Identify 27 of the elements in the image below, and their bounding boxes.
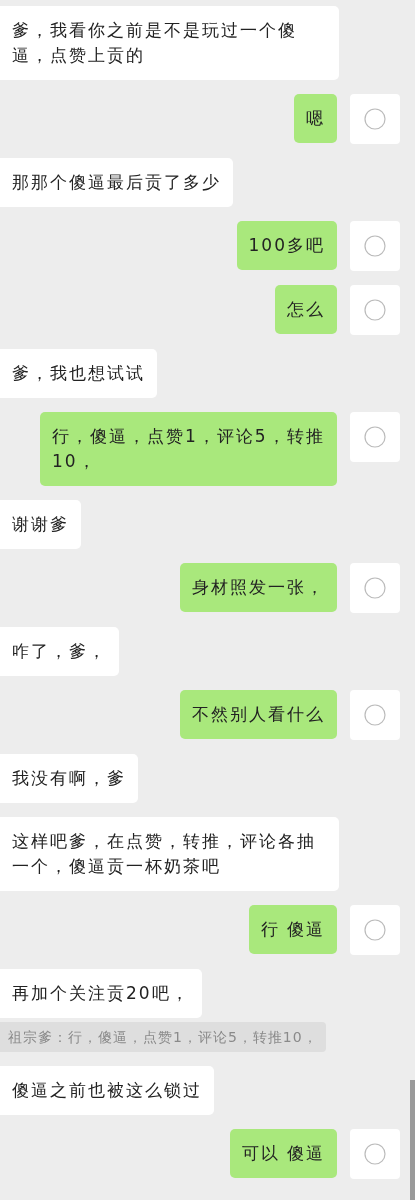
message-bubble: 我没有啊，爹 bbox=[0, 754, 138, 803]
scrollbar[interactable] bbox=[410, 1080, 415, 1200]
message-bubble: 身材照发一张， bbox=[180, 563, 337, 612]
avatar-icon[interactable] bbox=[350, 690, 400, 740]
message-bubble: 再加个关注贡20吧， bbox=[0, 969, 202, 1018]
avatar-icon[interactable] bbox=[350, 412, 400, 462]
message-bubble: 行 傻逼 bbox=[248, 905, 337, 954]
message-bubble: 咋了，爹， bbox=[0, 627, 119, 676]
avatar-icon[interactable] bbox=[350, 563, 400, 613]
quoted-message: 祖宗爹：行，傻逼，点赞1，评论5，转推10， bbox=[0, 1022, 326, 1052]
message-bubble: 不然别人看什么 bbox=[180, 690, 337, 739]
message-bubble: 那那个傻逼最后贡了多少 bbox=[0, 158, 233, 207]
avatar-icon[interactable] bbox=[350, 905, 400, 955]
avatar-icon[interactable] bbox=[350, 221, 400, 271]
message-bubble: 100多吧 bbox=[236, 221, 337, 270]
message-bubble: 可以 傻逼 bbox=[229, 1129, 337, 1178]
avatar-icon[interactable] bbox=[350, 1129, 400, 1179]
message-bubble: 傻逼之前也被这么锁过 bbox=[0, 1066, 214, 1115]
message-bubble: 怎么 bbox=[275, 285, 337, 334]
avatar-icon[interactable] bbox=[350, 94, 400, 144]
message-bubble: 嗯 bbox=[294, 94, 337, 143]
message-bubble: 爹，我也想试试 bbox=[0, 349, 157, 398]
message-bubble: 这样吧爹，在点赞，转推，评论各抽一个，傻逼贡一杯奶茶吧 bbox=[0, 817, 339, 891]
avatar-icon[interactable] bbox=[350, 285, 400, 335]
message-bubble: 行，傻逼，点赞1，评论5，转推10， bbox=[40, 412, 337, 486]
message-bubble: 谢谢爹 bbox=[0, 500, 81, 549]
message-bubble: 爹，我看你之前是不是玩过一个傻逼，点赞上贡的 bbox=[0, 6, 339, 80]
